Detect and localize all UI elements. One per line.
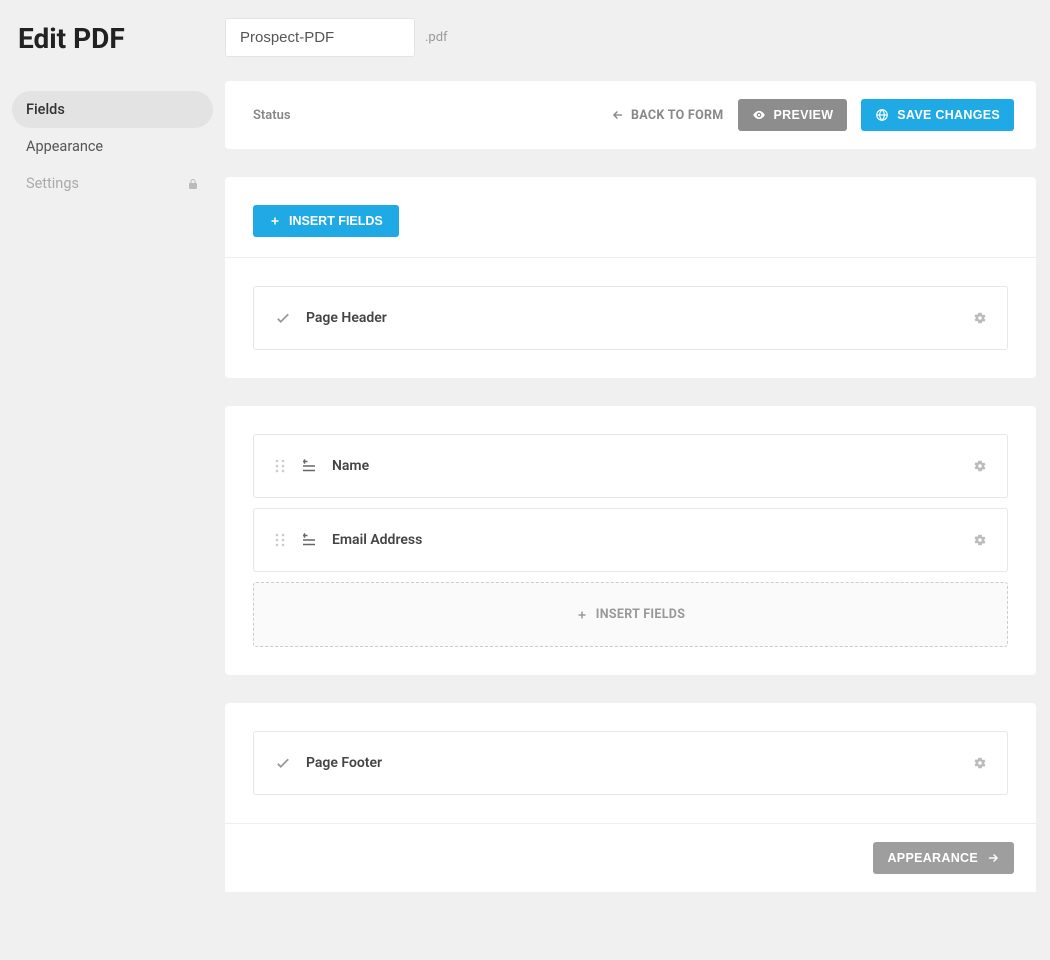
page-footer-block[interactable]: Page Footer [253, 731, 1008, 795]
save-changes-button[interactable]: SAVE CHANGES [861, 99, 1014, 131]
footer-section: Page Footer APPEARANCE [225, 703, 1036, 892]
field-block[interactable]: Email Address [253, 508, 1008, 572]
gear-icon[interactable] [973, 756, 987, 770]
toolbar-right: BACK TO FORM PREVIEW SAVE CHANGES [611, 99, 1014, 131]
save-changes-label: SAVE CHANGES [897, 108, 1000, 122]
plus-icon [269, 215, 281, 227]
page-title: Edit PDF [12, 18, 213, 71]
preview-button[interactable]: PREVIEW [738, 99, 848, 131]
sidebar-item-appearance[interactable]: Appearance [12, 128, 213, 165]
page-header-block[interactable]: Page Header [253, 286, 1008, 350]
text-field-icon [300, 457, 318, 475]
eye-icon [752, 108, 766, 122]
sidebar-item-settings[interactable]: Settings [12, 165, 213, 202]
gear-icon[interactable] [973, 533, 987, 547]
footer-row: APPEARANCE [225, 823, 1036, 892]
page-footer-label: Page Footer [306, 755, 382, 771]
back-to-form-label: BACK TO FORM [631, 108, 724, 123]
sidebar-item-label: Appearance [26, 138, 103, 155]
arrow-left-icon [611, 108, 625, 122]
globe-icon [875, 108, 889, 122]
insert-fields-button[interactable]: INSERT FIELDS [253, 205, 399, 237]
back-to-form-link[interactable]: BACK TO FORM [611, 108, 724, 123]
filename-ext: .pdf [425, 30, 448, 45]
body-fields-section: Name Email Address [225, 406, 1036, 675]
text-field-icon [300, 531, 318, 549]
filename-input[interactable] [225, 18, 415, 57]
drag-handle-icon[interactable] [274, 532, 286, 548]
main: .pdf Status BACK TO FORM PREVIEW [225, 0, 1050, 960]
appearance-label: APPEARANCE [887, 851, 978, 865]
field-label: Name [332, 458, 369, 474]
gear-icon[interactable] [973, 311, 987, 325]
field-label: Email Address [332, 532, 422, 548]
page-header-label: Page Header [306, 310, 387, 326]
fields-section: INSERT FIELDS Page Header [225, 177, 1036, 378]
preview-label: PREVIEW [774, 108, 834, 122]
sidebar-item-label: Settings [26, 175, 79, 192]
arrow-right-icon [986, 851, 1000, 865]
insert-fields-label: INSERT FIELDS [289, 214, 383, 228]
status-label: Status [253, 108, 291, 123]
drag-handle-icon[interactable] [274, 458, 286, 474]
plus-icon [576, 609, 588, 621]
dropzone-label: INSERT FIELDS [596, 607, 685, 622]
sidebar: Edit PDF Fields Appearance Settings [0, 0, 225, 960]
lock-icon [187, 178, 199, 190]
sidebar-item-label: Fields [26, 101, 65, 118]
check-icon [274, 309, 292, 327]
gear-icon[interactable] [973, 459, 987, 473]
appearance-button[interactable]: APPEARANCE [873, 842, 1014, 874]
check-icon [274, 754, 292, 772]
toolbar-card: Status BACK TO FORM PREVIEW [225, 81, 1036, 149]
sidebar-item-fields[interactable]: Fields [12, 91, 213, 128]
nav-list: Fields Appearance Settings [12, 91, 213, 202]
title-row: .pdf [225, 18, 1036, 57]
field-block[interactable]: Name [253, 434, 1008, 498]
insert-fields-dropzone[interactable]: INSERT FIELDS [253, 582, 1008, 647]
